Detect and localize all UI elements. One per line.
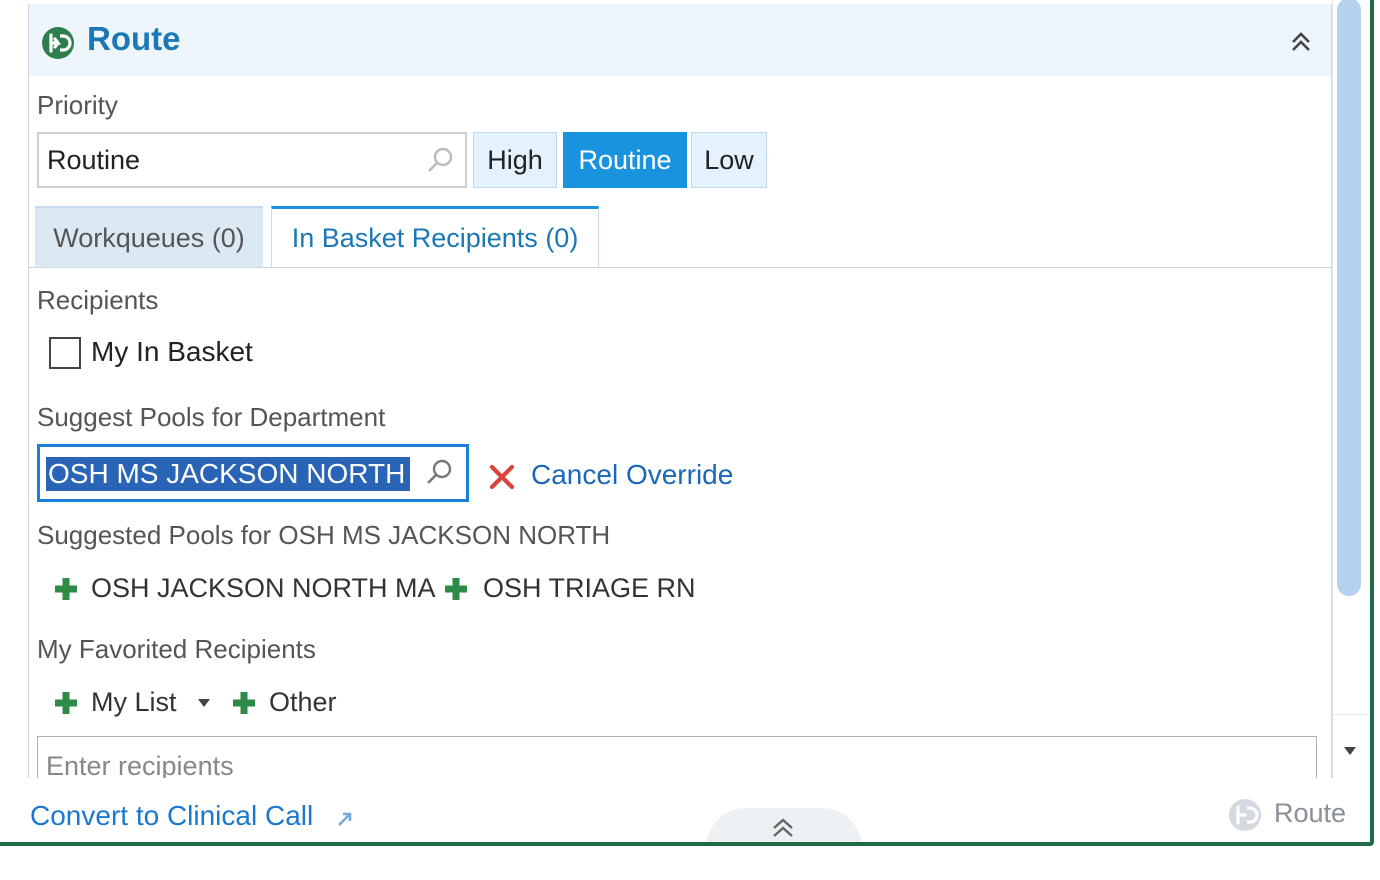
route-header[interactable]: Route: [29, 4, 1331, 76]
double-chevron-up-icon[interactable]: [1289, 30, 1313, 54]
window-frame: Route Priority Routine High Routine Low …: [0, 0, 1374, 846]
route-panel: Route Priority Routine High Routine Low …: [28, 4, 1332, 796]
my-in-basket-label[interactable]: My In Basket: [91, 336, 253, 368]
priority-routine-button[interactable]: Routine: [563, 132, 687, 188]
dropdown-arrow-icon[interactable]: [197, 698, 211, 708]
tab-workqueues[interactable]: Workqueues (0): [35, 206, 263, 268]
other-button[interactable]: Other: [269, 687, 337, 718]
recipients-label: Recipients: [37, 285, 159, 315]
scroll-down-arrow-icon[interactable]: [1343, 746, 1357, 756]
my-in-basket-checkbox[interactable]: [49, 337, 81, 369]
priority-label: Priority: [37, 90, 118, 120]
plus-icon[interactable]: [53, 690, 79, 716]
cancel-override-link[interactable]: Cancel Override: [531, 459, 733, 491]
external-link-icon: [338, 812, 352, 826]
convert-to-clinical-call-link[interactable]: Convert to Clinical Call: [30, 800, 313, 832]
my-list-button[interactable]: My List: [91, 687, 177, 718]
double-chevron-up-icon[interactable]: [770, 816, 796, 840]
pool-osh-jackson-north-ma[interactable]: OSH JACKSON NORTH MA: [91, 573, 436, 604]
scrollbar[interactable]: [1332, 0, 1370, 778]
priority-low-button[interactable]: Low: [691, 132, 767, 188]
footer-bar: Convert to Clinical Call Route: [0, 778, 1370, 842]
suggested-pools-heading: Suggested Pools for OSH MS JACKSON NORTH: [37, 520, 611, 550]
priority-value: Routine: [47, 145, 141, 175]
tab-in-basket-recipients[interactable]: In Basket Recipients (0): [271, 206, 599, 268]
scrollbar-divider: [1333, 714, 1370, 715]
priority-high-button[interactable]: High: [473, 132, 557, 188]
priority-input[interactable]: Routine: [37, 132, 467, 188]
route-logo-icon: [42, 27, 74, 59]
plus-icon[interactable]: [53, 576, 79, 602]
route-button[interactable]: Route: [1274, 798, 1346, 829]
favorited-recipients-label: My Favorited Recipients: [37, 634, 316, 664]
search-icon[interactable]: [424, 457, 454, 487]
scrollbar-thumb[interactable]: [1337, 0, 1361, 596]
close-icon[interactable]: [487, 462, 517, 492]
panel-title: Route: [87, 20, 181, 57]
pool-osh-triage-rn[interactable]: OSH TRIAGE RN: [483, 573, 696, 604]
plus-icon[interactable]: [443, 576, 469, 602]
plus-icon[interactable]: [231, 690, 257, 716]
department-value: OSH MS JACKSON NORTH: [46, 457, 410, 491]
route-logo-icon: [1229, 799, 1261, 831]
suggest-pools-label: Suggest Pools for Department: [37, 402, 386, 432]
tabs-divider: [29, 267, 1331, 268]
department-input[interactable]: OSH MS JACKSON NORTH: [37, 444, 469, 502]
search-icon[interactable]: [425, 145, 455, 175]
